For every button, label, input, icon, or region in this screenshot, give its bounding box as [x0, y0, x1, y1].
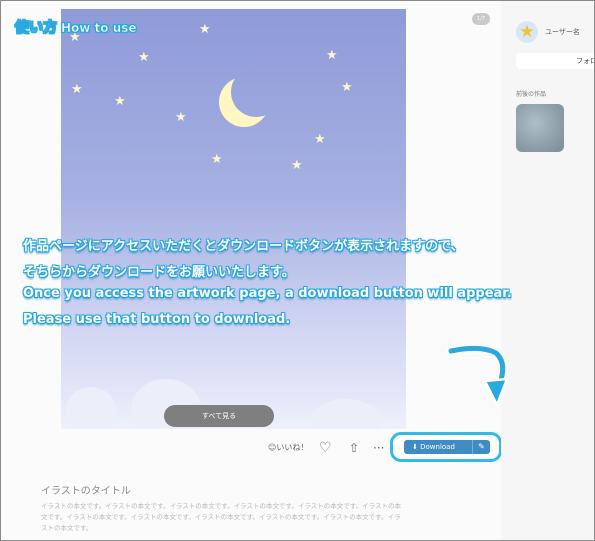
screenshot-frame: ★ ★ ★ ★ ★ ★ ★ ★ ★ ★ ★ 1/7 すべて見る ☺いいね！ ♡ … — [0, 0, 595, 541]
download-button[interactable]: ⬇ Download ✎ — [404, 440, 490, 454]
crescent-moon-icon — [231, 67, 281, 117]
username[interactable]: ユーザー名 — [545, 27, 580, 37]
heading-en: How to use — [61, 21, 137, 36]
star-icon: ★ — [71, 82, 83, 97]
share-icon[interactable]: ⇧ — [349, 441, 363, 455]
prev-work-thumbnail[interactable] — [516, 104, 564, 152]
heading-jp: 使い方 — [15, 20, 58, 37]
how-to-heading: 使い方 How to use — [15, 17, 137, 37]
instruction-jp-line-2: そちらからダウンロードをお願いいたします。 — [23, 265, 295, 280]
download-label: Download — [420, 443, 455, 451]
prev-next-label: 前後の作品 — [516, 91, 547, 98]
star-icon: ★ — [291, 158, 303, 173]
illust-description: イラストの本文です。イラストの本文です。イラストの本文です。イラストの本文です。… — [41, 502, 401, 532]
like-label: いいね！ — [276, 443, 309, 452]
download-icon: ⬇ — [412, 443, 418, 451]
star-icon: ★ — [326, 48, 338, 63]
like-button[interactable]: ☺いいね！ — [268, 441, 308, 455]
star-icon: ★ — [519, 22, 535, 42]
artwork-image[interactable]: ★ ★ ★ ★ ★ ★ ★ ★ ★ ★ ★ — [61, 9, 406, 429]
hill-shape — [66, 387, 116, 429]
star-icon: ★ — [211, 152, 223, 167]
illust-title: イラストのタイトル — [41, 486, 131, 497]
more-icon[interactable]: ··· — [373, 441, 387, 455]
pointer-arrow-icon — [446, 345, 509, 407]
star-icon: ★ — [175, 110, 187, 125]
sidebar — [501, 1, 594, 540]
instruction-jp-line-1: 作品ページにアクセスいただくとダウンロードボタンが表示されますので、 — [23, 239, 464, 254]
page-counter-badge: 1/7 — [472, 13, 490, 25]
hill-shape — [311, 399, 381, 429]
see-all-button[interactable]: すべて見る — [164, 405, 274, 427]
heart-icon[interactable]: ♡ — [319, 441, 335, 455]
instruction-en-line-1: Once you access the artwork page, a down… — [23, 286, 512, 301]
follow-button[interactable]: フォロー — [516, 53, 594, 69]
avatar[interactable]: ★ — [516, 21, 538, 43]
instruction-en-line-2: Please use that button to download. — [23, 312, 291, 327]
download-highlight: ⬇ Download ✎ — [390, 432, 502, 462]
wrench-icon[interactable]: ✎ — [472, 440, 490, 454]
star-icon: ★ — [341, 80, 353, 95]
star-icon: ★ — [314, 132, 326, 147]
star-icon: ★ — [114, 94, 126, 109]
star-icon: ★ — [138, 50, 150, 65]
star-icon: ★ — [199, 22, 211, 37]
